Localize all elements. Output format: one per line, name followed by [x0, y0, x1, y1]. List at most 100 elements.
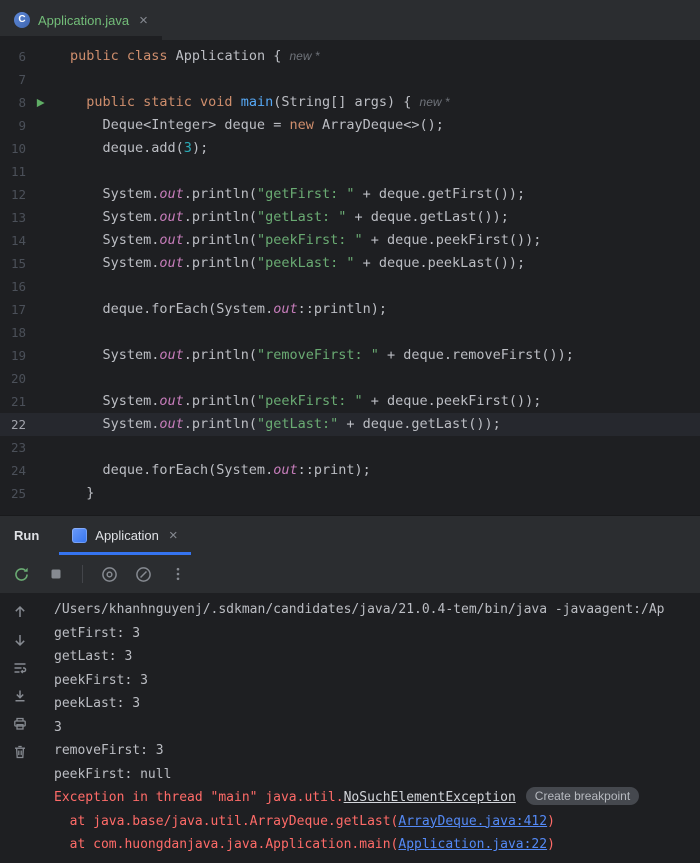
gutter-spacer [26, 160, 70, 183]
console-text: 3 [54, 720, 62, 735]
more-options-button[interactable] [168, 565, 187, 584]
line-number[interactable]: 8 [0, 91, 26, 114]
code-editor[interactable]: 6public class Application { new *78 publ… [0, 40, 700, 515]
code-token: + deque.peekFirst()); [363, 232, 542, 248]
line-number[interactable]: 18 [0, 321, 26, 344]
code-line[interactable]: 17 deque.forEach(System.out::println); [0, 298, 700, 321]
code-line[interactable]: 25 } [0, 482, 700, 505]
line-number[interactable]: 7 [0, 68, 26, 91]
line-number[interactable]: 16 [0, 275, 26, 298]
console-line: peekFirst: 3 [54, 669, 700, 693]
editor-tab-label: Application.java [38, 13, 129, 28]
code-line[interactable]: 22 System.out.println("getLast:" + deque… [0, 413, 700, 436]
line-number[interactable]: 22 [0, 413, 26, 436]
create-breakpoint-badge[interactable]: Create breakpoint [526, 787, 639, 805]
thread-dump-button[interactable] [134, 565, 153, 584]
line-number[interactable]: 15 [0, 252, 26, 275]
stacktrace-link[interactable]: NoSuchElementException [344, 790, 516, 805]
line-number[interactable]: 14 [0, 229, 26, 252]
code-token: out [159, 255, 183, 271]
code-token: "getFirst: " [257, 186, 355, 202]
soft-wrap-button[interactable] [12, 659, 29, 676]
down-stack-trace-button[interactable] [12, 631, 29, 648]
console-line: /Users/khanhnguyenj/.sdkman/candidates/j… [54, 598, 700, 622]
code-line[interactable]: 24 deque.forEach(System.out::print); [0, 459, 700, 482]
line-number[interactable]: 11 [0, 160, 26, 183]
code-text: System.out.println("getLast:" + deque.ge… [70, 413, 501, 436]
code-token [70, 94, 86, 110]
code-token: ); [192, 140, 208, 156]
code-line[interactable]: 6public class Application { new * [0, 45, 700, 68]
code-text: System.out.println("getLast: " + deque.g… [70, 206, 509, 229]
code-line[interactable]: 8 public static void main(String[] args)… [0, 91, 700, 114]
code-token: + deque.getLast()); [346, 209, 509, 225]
capture-memory-snapshot-button[interactable] [100, 565, 119, 584]
line-number[interactable]: 23 [0, 436, 26, 459]
run-toolbar [0, 555, 700, 593]
code-line[interactable]: 15 System.out.println("peekLast: " + deq… [0, 252, 700, 275]
code-token: + deque.removeFirst()); [379, 347, 574, 363]
code-line[interactable]: 18 [0, 321, 700, 344]
stop-button[interactable] [46, 565, 65, 584]
stacktrace-link[interactable]: ArrayDeque.java:412 [398, 814, 547, 829]
code-token: ::println); [298, 301, 387, 317]
scroll-to-end-button[interactable] [12, 687, 29, 704]
console-output[interactable]: /Users/khanhnguyenj/.sdkman/candidates/j… [40, 593, 700, 863]
code-line[interactable]: 20 [0, 367, 700, 390]
code-token: Deque<Integer> deque = [70, 117, 289, 133]
code-token: } [70, 485, 94, 501]
rerun-button[interactable] [12, 565, 31, 584]
stacktrace-link[interactable]: Application.java:22 [398, 837, 547, 852]
line-number[interactable]: 25 [0, 482, 26, 505]
run-tab-application[interactable]: Application × [59, 516, 190, 555]
run-line-icon[interactable] [26, 91, 70, 114]
print-button[interactable] [12, 715, 29, 732]
code-token: "peekFirst: " [257, 232, 363, 248]
code-line[interactable]: 23 [0, 436, 700, 459]
line-number[interactable]: 21 [0, 390, 26, 413]
line-number[interactable]: 9 [0, 114, 26, 137]
gutter-spacer [26, 45, 70, 68]
editor-tab-application-java[interactable]: C Application.java × [0, 0, 162, 40]
gutter-spacer [26, 206, 70, 229]
code-token: new [289, 117, 322, 133]
line-number[interactable]: 6 [0, 45, 26, 68]
gutter-spacer [26, 114, 70, 137]
code-line[interactable]: 14 System.out.println("peekFirst: " + de… [0, 229, 700, 252]
console-text: Exception in thread "main" java.util. [54, 790, 344, 805]
code-line[interactable]: 21 System.out.println("peekFirst: " + de… [0, 390, 700, 413]
line-number[interactable]: 20 [0, 367, 26, 390]
line-number[interactable]: 17 [0, 298, 26, 321]
code-token: "getLast:" [257, 416, 338, 432]
code-line[interactable]: 9 Deque<Integer> deque = new ArrayDeque<… [0, 114, 700, 137]
code-line[interactable]: 13 System.out.println("getLast: " + dequ… [0, 206, 700, 229]
java-class-icon: C [14, 12, 30, 28]
line-number[interactable]: 12 [0, 183, 26, 206]
code-text: System.out.println("peekLast: " + deque.… [70, 252, 525, 275]
line-number[interactable]: 10 [0, 137, 26, 160]
clear-console-button[interactable] [12, 743, 29, 760]
code-line[interactable]: 7 [0, 68, 700, 91]
run-tool-window-header: Run Application × [0, 515, 700, 555]
line-number[interactable]: 13 [0, 206, 26, 229]
console-line: getLast: 3 [54, 645, 700, 669]
code-line[interactable]: 19 System.out.println("removeFirst: " + … [0, 344, 700, 367]
code-token: main [241, 94, 274, 110]
code-line[interactable]: 10 deque.add(3); [0, 137, 700, 160]
code-text: System.out.println("removeFirst: " + deq… [70, 344, 574, 367]
code-text: deque.add(3); [70, 137, 208, 160]
console-line: at java.base/java.util.ArrayDeque.getLas… [54, 810, 700, 834]
up-stack-trace-button[interactable] [12, 603, 29, 620]
code-token: deque.add( [70, 140, 184, 156]
run-tab-close-icon[interactable]: × [167, 528, 178, 543]
inlay-hint: new * [289, 49, 319, 63]
code-token: System. [70, 393, 159, 409]
gutter-spacer [26, 321, 70, 344]
code-line[interactable]: 12 System.out.println("getFirst: " + deq… [0, 183, 700, 206]
tab-close-icon[interactable]: × [137, 13, 148, 28]
line-number[interactable]: 24 [0, 459, 26, 482]
line-number[interactable]: 19 [0, 344, 26, 367]
code-line[interactable]: 11 [0, 160, 700, 183]
code-line[interactable]: 16 [0, 275, 700, 298]
console-line: peekLast: 3 [54, 692, 700, 716]
